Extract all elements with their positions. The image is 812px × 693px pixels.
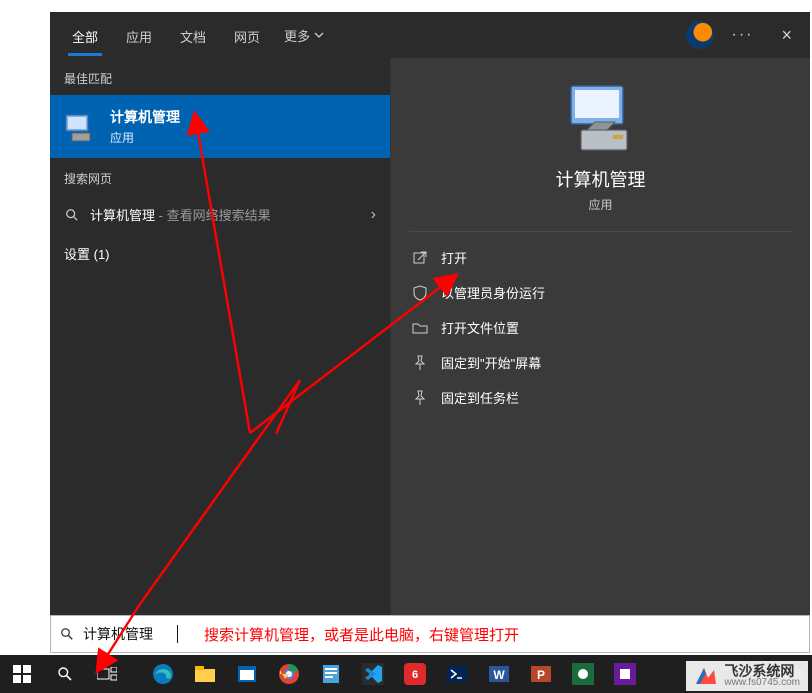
watermark-text: 飞沙系统网 www.fs0745.com: [724, 664, 800, 688]
web-search-row[interactable]: 计算机管理 - 查看网络搜索结果 ›: [50, 195, 390, 234]
preview-top: 计算机管理 应用: [409, 58, 792, 232]
annotation-text: 搜索计算机管理，或者是此电脑，右键管理打开: [204, 624, 519, 645]
search-input[interactable]: [83, 626, 179, 642]
action-pin-start[interactable]: 固定到"开始"屏幕: [403, 345, 798, 380]
best-match-header: 最佳匹配: [50, 58, 390, 95]
text-cursor: [177, 625, 178, 643]
taskbar-search-icon[interactable]: [44, 655, 86, 693]
search-panel-header: 全部 应用 文档 网页 更多 ··· ×: [50, 12, 810, 58]
best-match-sub: 应用: [110, 129, 180, 146]
taskbar-app-weibo[interactable]: 6: [394, 655, 436, 693]
action-pin-taskbar-label: 固定到任务栏: [441, 388, 519, 407]
shield-icon: [411, 284, 429, 302]
open-icon: [411, 249, 429, 267]
action-open-location[interactable]: 打开文件位置: [403, 310, 798, 345]
pin-icon: [411, 389, 429, 407]
action-run-admin[interactable]: 以管理员身份运行: [403, 275, 798, 310]
best-match-text: 计算机管理 应用: [110, 107, 180, 146]
web-search-text: 计算机管理 - 查看网络搜索结果: [90, 205, 271, 224]
search-body: 最佳匹配 计算机管理 应用 搜索网页: [50, 58, 810, 615]
search-results-left: 最佳匹配 计算机管理 应用 搜索网页: [50, 58, 390, 615]
action-open[interactable]: 打开: [403, 240, 798, 275]
tab-all[interactable]: 全部: [58, 15, 112, 56]
header-right: ··· ×: [686, 21, 803, 50]
folder-icon: [411, 319, 429, 337]
watermark-line1: 飞沙系统网: [724, 664, 800, 678]
search-preview-right: 计算机管理 应用 打开 以管理员身份运行 打开文件位置: [390, 58, 810, 615]
best-match-title: 计算机管理: [110, 107, 180, 127]
tab-apps[interactable]: 应用: [112, 15, 166, 56]
chevron-right-icon: ›: [371, 206, 376, 224]
search-icon: [59, 626, 75, 642]
svg-text:P: P: [537, 668, 545, 682]
taskbar-search-box[interactable]: 搜索计算机管理，或者是此电脑，右键管理打开: [50, 615, 810, 653]
taskbar-app-word[interactable]: W: [478, 655, 520, 693]
svg-text:W: W: [493, 668, 505, 682]
search-icon: [64, 207, 80, 223]
tab-more[interactable]: 更多: [274, 15, 334, 56]
preview-actions: 打开 以管理员身份运行 打开文件位置 固定到"开始"屏幕: [391, 232, 810, 423]
pin-icon: [411, 354, 429, 372]
preview-app-icon: [561, 82, 641, 154]
close-button[interactable]: ×: [771, 21, 802, 50]
action-run-admin-label: 以管理员身份运行: [441, 283, 545, 302]
watermark-logo-icon: [694, 664, 718, 688]
tab-web[interactable]: 网页: [220, 15, 274, 56]
watermark-line2: www.fs0745.com: [724, 678, 800, 688]
ellipsis-button[interactable]: ···: [726, 22, 760, 48]
taskbar-apps: 6 W P: [142, 655, 646, 693]
web-search-query: 计算机管理: [90, 208, 155, 223]
taskbar-app-notepad[interactable]: [310, 655, 352, 693]
user-avatar[interactable]: [686, 21, 714, 49]
taskbar-app-chrome[interactable]: [268, 655, 310, 693]
settings-row[interactable]: 设置 (1): [50, 234, 390, 273]
taskbar-app-explorer[interactable]: [184, 655, 226, 693]
svg-text:6: 6: [412, 669, 418, 681]
taskbar-app-edge[interactable]: [142, 655, 184, 693]
taskbar-app-calendar[interactable]: [226, 655, 268, 693]
action-open-location-label: 打开文件位置: [441, 318, 519, 337]
tab-docs[interactable]: 文档: [166, 15, 220, 56]
preview-title: 计算机管理: [556, 166, 646, 192]
start-search-panel: 全部 应用 文档 网页 更多 ··· × 最佳匹配: [50, 12, 810, 615]
search-tabs: 全部 应用 文档 网页 更多: [58, 15, 334, 56]
best-match-item[interactable]: 计算机管理 应用: [50, 95, 390, 158]
task-view-button[interactable]: [86, 655, 128, 693]
taskbar-app-generic2[interactable]: [604, 655, 646, 693]
computer-management-icon: [64, 111, 96, 143]
taskbar-app-vscode[interactable]: [352, 655, 394, 693]
action-open-label: 打开: [441, 248, 467, 267]
chevron-down-icon: [314, 28, 324, 43]
action-pin-start-label: 固定到"开始"屏幕: [441, 353, 541, 372]
watermark: 飞沙系统网 www.fs0745.com: [686, 661, 808, 691]
preview-sub: 应用: [588, 196, 612, 213]
taskbar-app-generic1[interactable]: [562, 655, 604, 693]
web-search-header: 搜索网页: [50, 158, 390, 195]
taskbar-app-xls[interactable]: P: [520, 655, 562, 693]
tab-more-label: 更多: [284, 26, 310, 45]
start-button[interactable]: [0, 655, 44, 693]
action-pin-taskbar[interactable]: 固定到任务栏: [403, 380, 798, 415]
web-search-suffix: - 查看网络搜索结果: [155, 208, 271, 223]
taskbar-app-powershell[interactable]: [436, 655, 478, 693]
